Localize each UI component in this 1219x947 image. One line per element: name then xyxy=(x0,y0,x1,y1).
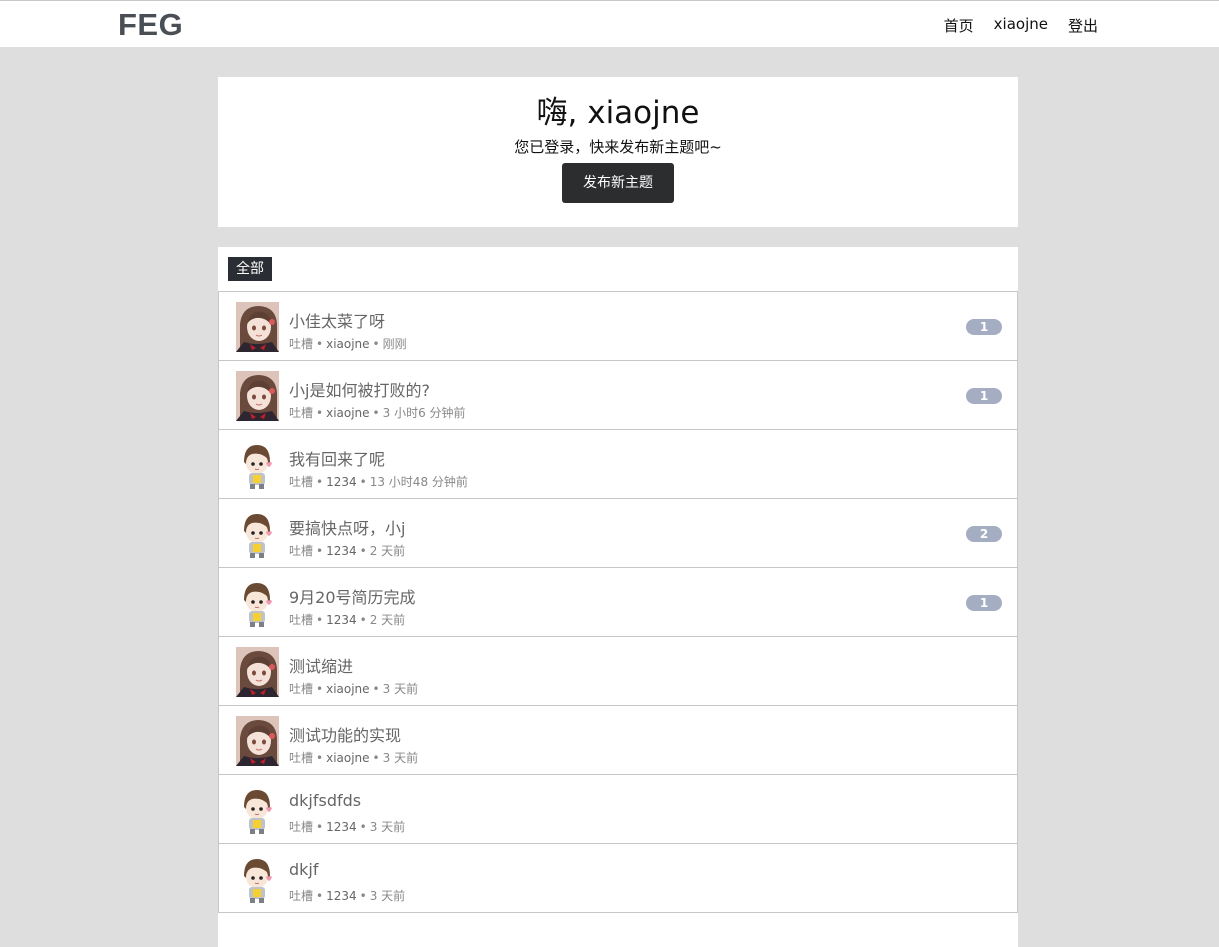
topic-category[interactable]: 吐槽 xyxy=(289,889,313,903)
welcome-subtitle: 您已登录，快来发布新主题吧~ xyxy=(514,138,722,156)
topic-row[interactable]: 9月20号简历完成 吐槽 • 1234 • 2 天前 1 xyxy=(218,568,1018,637)
filter-all-tab[interactable]: 全部 xyxy=(228,257,272,281)
topic-row[interactable]: dkjf 吐槽 • 1234 • 3 天前 xyxy=(218,844,1018,913)
topic-title-link[interactable]: 我有回来了呢 xyxy=(289,446,385,470)
separator-dot: • xyxy=(359,889,367,903)
separator-dot: • xyxy=(359,613,367,627)
topic-title-link[interactable]: 测试功能的实现 xyxy=(289,722,401,746)
topic-title-link[interactable]: 要搞快点呀，小j xyxy=(289,515,405,539)
topic-category[interactable]: 吐槽 xyxy=(289,475,313,489)
reply-count-badge[interactable]: 1 xyxy=(966,388,1002,404)
topic-category[interactable]: 吐槽 xyxy=(289,406,313,420)
topic-category[interactable]: 吐槽 xyxy=(289,820,313,834)
new-topic-button[interactable]: 发布新主题 xyxy=(562,163,674,203)
topic-time: 3 天前 xyxy=(369,820,406,834)
girl-avatar-icon[interactable] xyxy=(236,302,279,352)
filter-bar: 全部 xyxy=(218,247,1018,292)
girl-avatar-icon[interactable] xyxy=(236,716,279,766)
topic-author[interactable]: 1234 xyxy=(326,613,357,627)
topic-meta: 吐槽 • 1234 • 3 天前 xyxy=(289,887,405,904)
separator-dot: • xyxy=(372,337,380,351)
reply-count-badge[interactable]: 2 xyxy=(966,526,1002,542)
topic-title-link[interactable]: 测试缩进 xyxy=(289,653,353,677)
topic-author[interactable]: 1234 xyxy=(326,544,357,558)
topic-time: 3 小时6 分钟前 xyxy=(382,406,466,420)
topic-meta: 吐槽 • 1234 • 3 天前 xyxy=(289,818,405,835)
topic-time: 2 天前 xyxy=(369,544,406,558)
girl-avatar-icon[interactable] xyxy=(236,371,279,421)
reply-count-badge[interactable]: 1 xyxy=(966,595,1002,611)
topic-time: 刚刚 xyxy=(382,337,407,351)
topic-category[interactable]: 吐槽 xyxy=(289,682,313,696)
boy-avatar-icon[interactable] xyxy=(236,854,279,904)
topic-author[interactable]: 1234 xyxy=(326,889,357,903)
topic-title-link[interactable]: dkjfsdfds xyxy=(289,791,361,810)
separator-dot: • xyxy=(372,682,380,696)
separator-dot: • xyxy=(316,613,324,627)
separator-dot: • xyxy=(359,820,367,834)
topic-meta: 吐槽 • xiaojne • 刚刚 xyxy=(289,335,407,352)
separator-dot: • xyxy=(372,751,380,765)
separator-dot: • xyxy=(316,751,324,765)
topic-time: 3 天前 xyxy=(382,751,419,765)
topic-author[interactable]: xiaojne xyxy=(326,406,369,420)
separator-dot: • xyxy=(316,889,324,903)
reply-count-badge[interactable]: 1 xyxy=(966,319,1002,335)
welcome-panel: 嗨, xiaojne 您已登录，快来发布新主题吧~ 发布新主题 xyxy=(218,77,1018,227)
topic-time: 13 小时48 分钟前 xyxy=(369,475,468,489)
boy-avatar-icon[interactable] xyxy=(236,578,279,628)
separator-dot: • xyxy=(316,337,324,351)
topic-meta: 吐槽 • xiaojne • 3 小时6 分钟前 xyxy=(289,404,466,421)
topic-title-link[interactable]: 小j是如何被打败的? xyxy=(289,377,430,401)
topic-row[interactable]: dkjfsdfds 吐槽 • 1234 • 3 天前 xyxy=(218,775,1018,844)
boy-avatar-icon[interactable] xyxy=(236,509,279,559)
topic-author[interactable]: xiaojne xyxy=(326,751,369,765)
topic-row[interactable]: 我有回来了呢 吐槽 • 1234 • 13 小时48 分钟前 xyxy=(218,430,1018,499)
topic-row[interactable]: 测试缩进 吐槽 • xiaojne • 3 天前 xyxy=(218,637,1018,706)
topic-author[interactable]: 1234 xyxy=(326,475,357,489)
nav-logout-link[interactable]: 登出 xyxy=(1068,15,1098,36)
topic-category[interactable]: 吐槽 xyxy=(289,337,313,351)
site-logo[interactable]: FEG xyxy=(118,7,183,43)
topic-author[interactable]: 1234 xyxy=(326,820,357,834)
boy-avatar-icon[interactable] xyxy=(236,440,279,490)
topic-category[interactable]: 吐槽 xyxy=(289,613,313,627)
separator-dot: • xyxy=(316,682,324,696)
girl-avatar-icon[interactable] xyxy=(236,647,279,697)
topic-time: 2 天前 xyxy=(369,613,406,627)
separator-dot: • xyxy=(359,475,367,489)
separator-dot: • xyxy=(372,406,380,420)
nav-user-link[interactable]: xiaojne xyxy=(994,15,1048,36)
topic-meta: 吐槽 • 1234 • 2 天前 xyxy=(289,611,405,628)
top-navbar: FEG 首页 xiaojne 登出 xyxy=(0,0,1219,47)
topic-meta: 吐槽 • 1234 • 2 天前 xyxy=(289,542,405,559)
topic-category[interactable]: 吐槽 xyxy=(289,751,313,765)
topic-title-link[interactable]: 9月20号简历完成 xyxy=(289,584,416,608)
main-nav: 首页 xiaojne 登出 xyxy=(944,15,1098,36)
separator-dot: • xyxy=(316,406,324,420)
boy-avatar-icon[interactable] xyxy=(236,785,279,835)
topic-meta: 吐槽 • xiaojne • 3 天前 xyxy=(289,680,418,697)
topic-author[interactable]: xiaojne xyxy=(326,682,369,696)
topic-time: 3 天前 xyxy=(369,889,406,903)
separator-dot: • xyxy=(316,820,324,834)
topic-list: 小佳太菜了呀 吐槽 • xiaojne • 刚刚 1 小j是如何被打败的? 吐槽 • xiaojne… xyxy=(218,292,1018,913)
separator-dot: • xyxy=(359,544,367,558)
topic-row[interactable]: 小j是如何被打败的? 吐槽 • xiaojne • 3 小时6 分钟前 1 xyxy=(218,361,1018,430)
topic-row[interactable]: 测试功能的实现 吐槽 • xiaojne • 3 天前 xyxy=(218,706,1018,775)
separator-dot: • xyxy=(316,475,324,489)
separator-dot: • xyxy=(316,544,324,558)
topic-row[interactable]: 要搞快点呀，小j 吐槽 • 1234 • 2 天前 2 xyxy=(218,499,1018,568)
welcome-title: 嗨, xiaojne xyxy=(536,95,700,131)
topic-title-link[interactable]: dkjf xyxy=(289,860,319,879)
nav-home-link[interactable]: 首页 xyxy=(944,15,974,36)
topic-list-panel: 全部 小佳太菜了呀 吐槽 • xiaojne • 刚刚 1 小j是如何被打败的? 吐槽 • xiao… xyxy=(218,247,1018,947)
topic-title-link[interactable]: 小佳太菜了呀 xyxy=(289,308,385,332)
topic-row[interactable]: 小佳太菜了呀 吐槽 • xiaojne • 刚刚 1 xyxy=(218,292,1018,361)
topic-category[interactable]: 吐槽 xyxy=(289,544,313,558)
topic-author[interactable]: xiaojne xyxy=(326,337,369,351)
topic-time: 3 天前 xyxy=(382,682,419,696)
topic-meta: 吐槽 • xiaojne • 3 天前 xyxy=(289,749,418,766)
topic-meta: 吐槽 • 1234 • 13 小时48 分钟前 xyxy=(289,473,468,490)
